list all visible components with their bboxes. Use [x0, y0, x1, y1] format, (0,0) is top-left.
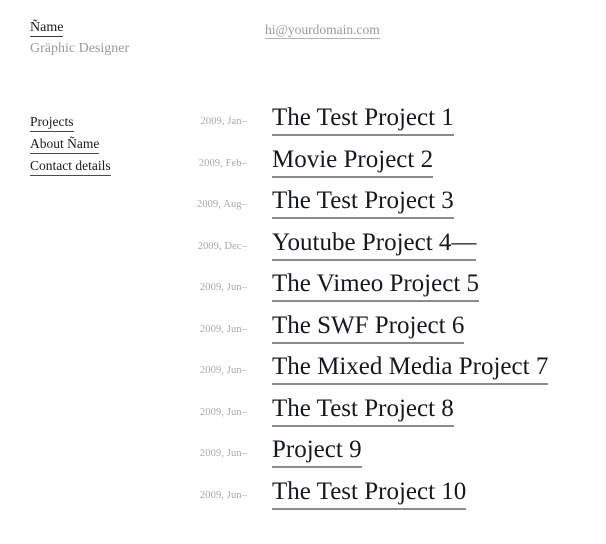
project-title-wrap: The Test Project 8 — [272, 394, 454, 427]
project-list: 2009, Jan– The Test Project 1 2009, Feb–… — [0, 103, 606, 518]
site-header: Ñame Gräphic Designer hi@yourdomain.com — [0, 0, 606, 70]
project-title-wrap: Project 9 — [272, 435, 362, 468]
project-title-link[interactable]: The Test Project 3 — [272, 186, 454, 219]
owner-role-label: Gräphic Designer — [30, 41, 130, 56]
project-title-wrap: The Test Project 3 — [272, 186, 454, 219]
project-title-link[interactable]: The Test Project 1 — [272, 103, 454, 136]
project-date: 2009, Jun– — [199, 365, 247, 376]
project-row: 2009, Aug– The Test Project 3 — [0, 186, 606, 228]
project-title-wrap: The Vimeo Project 5 — [272, 269, 480, 302]
project-title-link[interactable]: The Mixed Media Project 7 — [272, 352, 549, 385]
project-title-wrap: The SWF Project 6 — [272, 311, 465, 344]
project-date: 2009, Jun– — [199, 406, 247, 418]
project-title-link[interactable]: The SWF Project 6 — [272, 311, 465, 344]
project-row: 2009, Jun– The Mixed Media Project 7 — [0, 352, 606, 394]
project-date: 2009, Feb– — [198, 157, 247, 169]
project-title-link[interactable]: The Test Project 8 — [272, 394, 454, 427]
project-title-wrap: The Mixed Media Project 7 — [272, 352, 549, 385]
project-date: 2009, Jun– — [199, 282, 247, 293]
owner-name-link[interactable]: Ñame — [30, 19, 64, 37]
project-date: 2009, Dec– — [197, 240, 247, 252]
project-row: 2009, Jan– The Test Project 1 — [0, 103, 606, 145]
project-row: 2009, Jun– The SWF Project 6 — [0, 311, 606, 353]
project-date: 2009, Jun– — [199, 323, 247, 335]
project-row: 2009, Jun– Project 9 — [0, 435, 606, 477]
email-link[interactable]: hi@yourdomain.com — [265, 22, 380, 39]
project-date: 2009, Jan– — [200, 116, 247, 127]
project-title-link[interactable]: Movie Project 2 — [272, 145, 434, 178]
project-row: 2009, Jun– The Test Project 8 — [0, 394, 606, 436]
project-title-wrap: The Test Project 10 — [272, 477, 467, 510]
project-title-link[interactable]: Project 9 — [272, 435, 362, 468]
email-block: hi@yourdomain.com — [265, 21, 380, 39]
project-title-link[interactable]: Youtube Project 4— — [272, 228, 477, 261]
project-title-link[interactable]: The Vimeo Project 5 — [272, 269, 480, 302]
project-title-wrap: Youtube Project 4— — [272, 228, 477, 261]
project-title-wrap: The Test Project 1 — [272, 103, 454, 136]
project-date: 2009, Jun– — [199, 448, 247, 459]
project-date: 2009, Aug– — [196, 199, 247, 210]
project-row: 2009, Jun– The Test Project 10 — [0, 477, 606, 519]
project-row: 2009, Dec– Youtube Project 4— — [0, 228, 606, 270]
project-row: 2009, Feb– Movie Project 2 — [0, 145, 606, 187]
project-title-link[interactable]: The Test Project 10 — [272, 477, 467, 510]
identity-block: Ñame Gräphic Designer — [30, 18, 129, 57]
project-date: 2009, Jun– — [199, 489, 247, 501]
project-row: 2009, Jun– The Vimeo Project 5 — [0, 269, 606, 311]
project-title-wrap: Movie Project 2 — [272, 145, 434, 178]
